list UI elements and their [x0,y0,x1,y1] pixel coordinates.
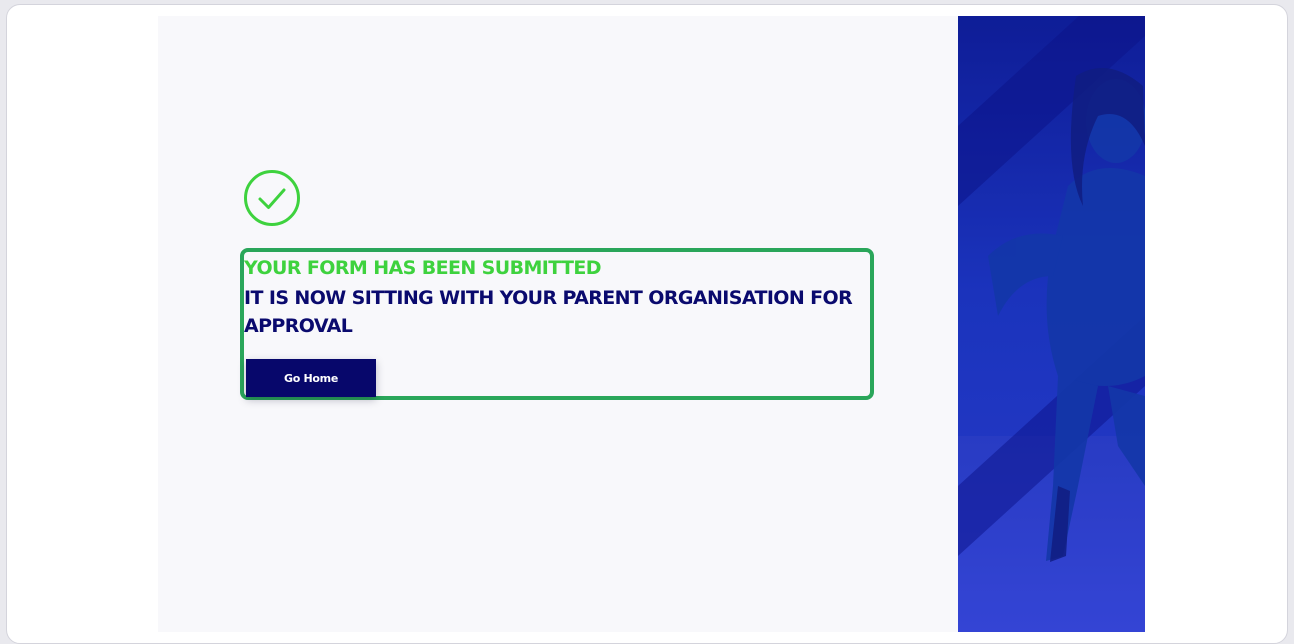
confirmation-message: IT IS NOW SITTING WITH YOUR PARENT ORGAN… [244,287,853,337]
confirmation-page: YOUR FORM HAS BEEN SUBMITTED IT IS NOW S… [158,16,958,632]
browser-frame: YOUR FORM HAS BEEN SUBMITTED IT IS NOW S… [6,4,1288,644]
go-home-button[interactable]: Go Home [246,359,376,397]
check-circle-icon [244,170,300,226]
confirmation-title: YOUR FORM HAS BEEN SUBMITTED [244,257,602,279]
hero-image [958,16,1145,632]
